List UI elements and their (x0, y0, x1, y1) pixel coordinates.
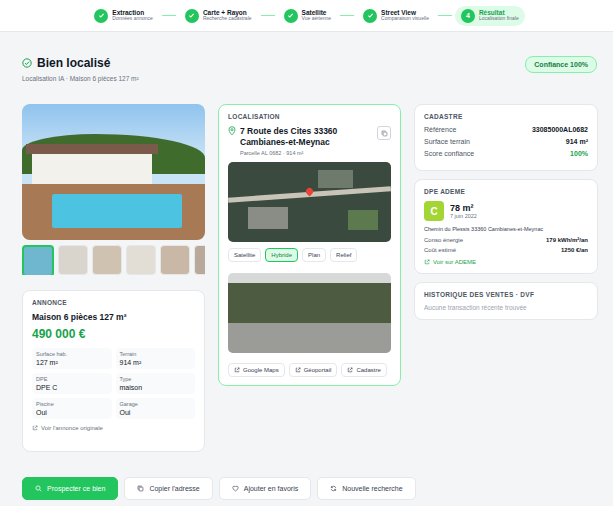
annonce-card: ANNONCEMaison 6 pièces 127 m²490 000 €Su… (22, 290, 205, 452)
action-button[interactable]: Prospecter ce bien (22, 477, 118, 500)
map-type-tab[interactable]: Hybride (265, 248, 298, 262)
action-button[interactable]: Nouvelle recherche (317, 477, 415, 500)
external-link-icon (295, 367, 301, 373)
step-connector (340, 15, 354, 16)
heart-icon (232, 485, 239, 492)
title: Bien localisé (37, 56, 110, 70)
thumbnail[interactable] (126, 245, 156, 275)
pin-icon (228, 126, 236, 136)
check-icon (287, 12, 294, 19)
map-type-tab[interactable]: Satellite (228, 248, 261, 262)
cadastre-card: CADASTRERéférence33085000AL0682Surface t… (414, 104, 598, 171)
step-marker (284, 9, 298, 23)
dpe-card: DPE ADEMEC78 m²7 juin 2022Chemin du Ples… (414, 179, 598, 274)
thumbnail-strip (22, 245, 205, 275)
step[interactable]: Carte + RayonRecherche cadastrale (179, 6, 258, 26)
dpe-row: Conso énergie179 kWh/m²/an (424, 237, 588, 243)
step[interactable]: SatelliteVue aérienne (278, 6, 338, 26)
listing-title: Maison 6 pièces 127 m² (32, 312, 195, 322)
step-connector (438, 15, 452, 16)
listing-photo[interactable] (22, 104, 205, 240)
ademe-link[interactable]: Voir sur ADEME (424, 259, 588, 265)
external-link-icon (234, 367, 240, 373)
step-connector (261, 15, 275, 16)
check-icon (98, 12, 105, 19)
localisation-card: LOCALISATION7 Route des Cites 33360 Camb… (218, 104, 401, 386)
step-connector (162, 15, 176, 16)
satellite-map[interactable] (228, 162, 391, 242)
listing-field: Terrain914 m² (116, 348, 196, 369)
listing-field: Typemaison (116, 373, 196, 394)
copy-button[interactable] (377, 126, 391, 140)
check-circle-icon (22, 58, 32, 68)
map-type-tab[interactable]: Relief (330, 248, 357, 262)
address: 7 Route des Cites 33360 Cambianes-et-Mey… (240, 126, 373, 147)
confidence-badge: Confiance 100% (525, 56, 597, 73)
stepper: ExtractionDonnées annonce Carte + RayonRe… (0, 0, 613, 32)
price: 490 000 € (32, 327, 195, 341)
cadastre-row: Surface terrain914 m² (424, 138, 588, 145)
external-link-icon (424, 259, 430, 265)
history-card: HISTORIQUE DES VENTES · DVFAucune transa… (414, 282, 598, 320)
listing-field: GarageOui (116, 398, 196, 419)
refresh-icon (330, 485, 337, 492)
copy-icon (137, 485, 144, 492)
thumbnail[interactable] (92, 245, 122, 275)
listing-field: Surface hab.127 m² (32, 348, 112, 369)
check-icon (188, 12, 195, 19)
copy-icon (381, 130, 388, 137)
cadastre-row: Référence33085000AL0682 (424, 126, 588, 133)
parcel: Parcelle AL 0682 · 914 m² (240, 150, 391, 156)
action-button[interactable]: Ajouter en favoris (219, 477, 311, 500)
external-map-button[interactable]: Google Maps (228, 363, 285, 377)
external-link-icon (32, 425, 38, 431)
cadastre-row: Score confiance100% (424, 150, 588, 157)
listing-link[interactable]: Voir l'annonce originale (32, 425, 195, 431)
result-header: Bien localisé Localisation IA · Maison 6 … (0, 32, 613, 104)
thumbnail[interactable] (194, 245, 205, 275)
step-marker (363, 9, 377, 23)
external-map-button[interactable]: Cadastre (341, 363, 386, 377)
listing-field: DPEDPE C (32, 373, 112, 394)
external-map-button[interactable]: Géoportail (289, 363, 338, 377)
step-marker (94, 9, 108, 23)
thumbnail[interactable] (22, 245, 54, 275)
subtitle: Localisation IA · Maison 6 pièces 127 m² (22, 75, 139, 82)
action-button[interactable]: Copier l'adresse (124, 477, 212, 500)
step[interactable]: 4RésultatLocalisation finale (455, 6, 525, 26)
step[interactable]: ExtractionDonnées annonce (88, 6, 159, 26)
result-page: ExtractionDonnées annonce Carte + RayonRe… (0, 0, 613, 506)
step[interactable]: Street ViewComparaison visuelle (357, 6, 435, 26)
dpe-row: Coût estimé1250 €/an (424, 247, 588, 253)
thumbnail[interactable] (160, 245, 190, 275)
street-view[interactable] (228, 273, 391, 353)
external-link-icon (347, 367, 353, 373)
step-marker: 4 (461, 9, 475, 23)
dpe-grade: C (424, 201, 444, 221)
listing-field: PiscineOui (32, 398, 112, 419)
dpe-address: Chemin du Plessis 33360 Cambianes-et-Mey… (424, 226, 588, 232)
thumbnail[interactable] (58, 245, 88, 275)
step-marker (185, 9, 199, 23)
map-type-tab[interactable]: Plan (302, 248, 326, 262)
search-icon (35, 485, 42, 492)
check-icon (367, 12, 374, 19)
